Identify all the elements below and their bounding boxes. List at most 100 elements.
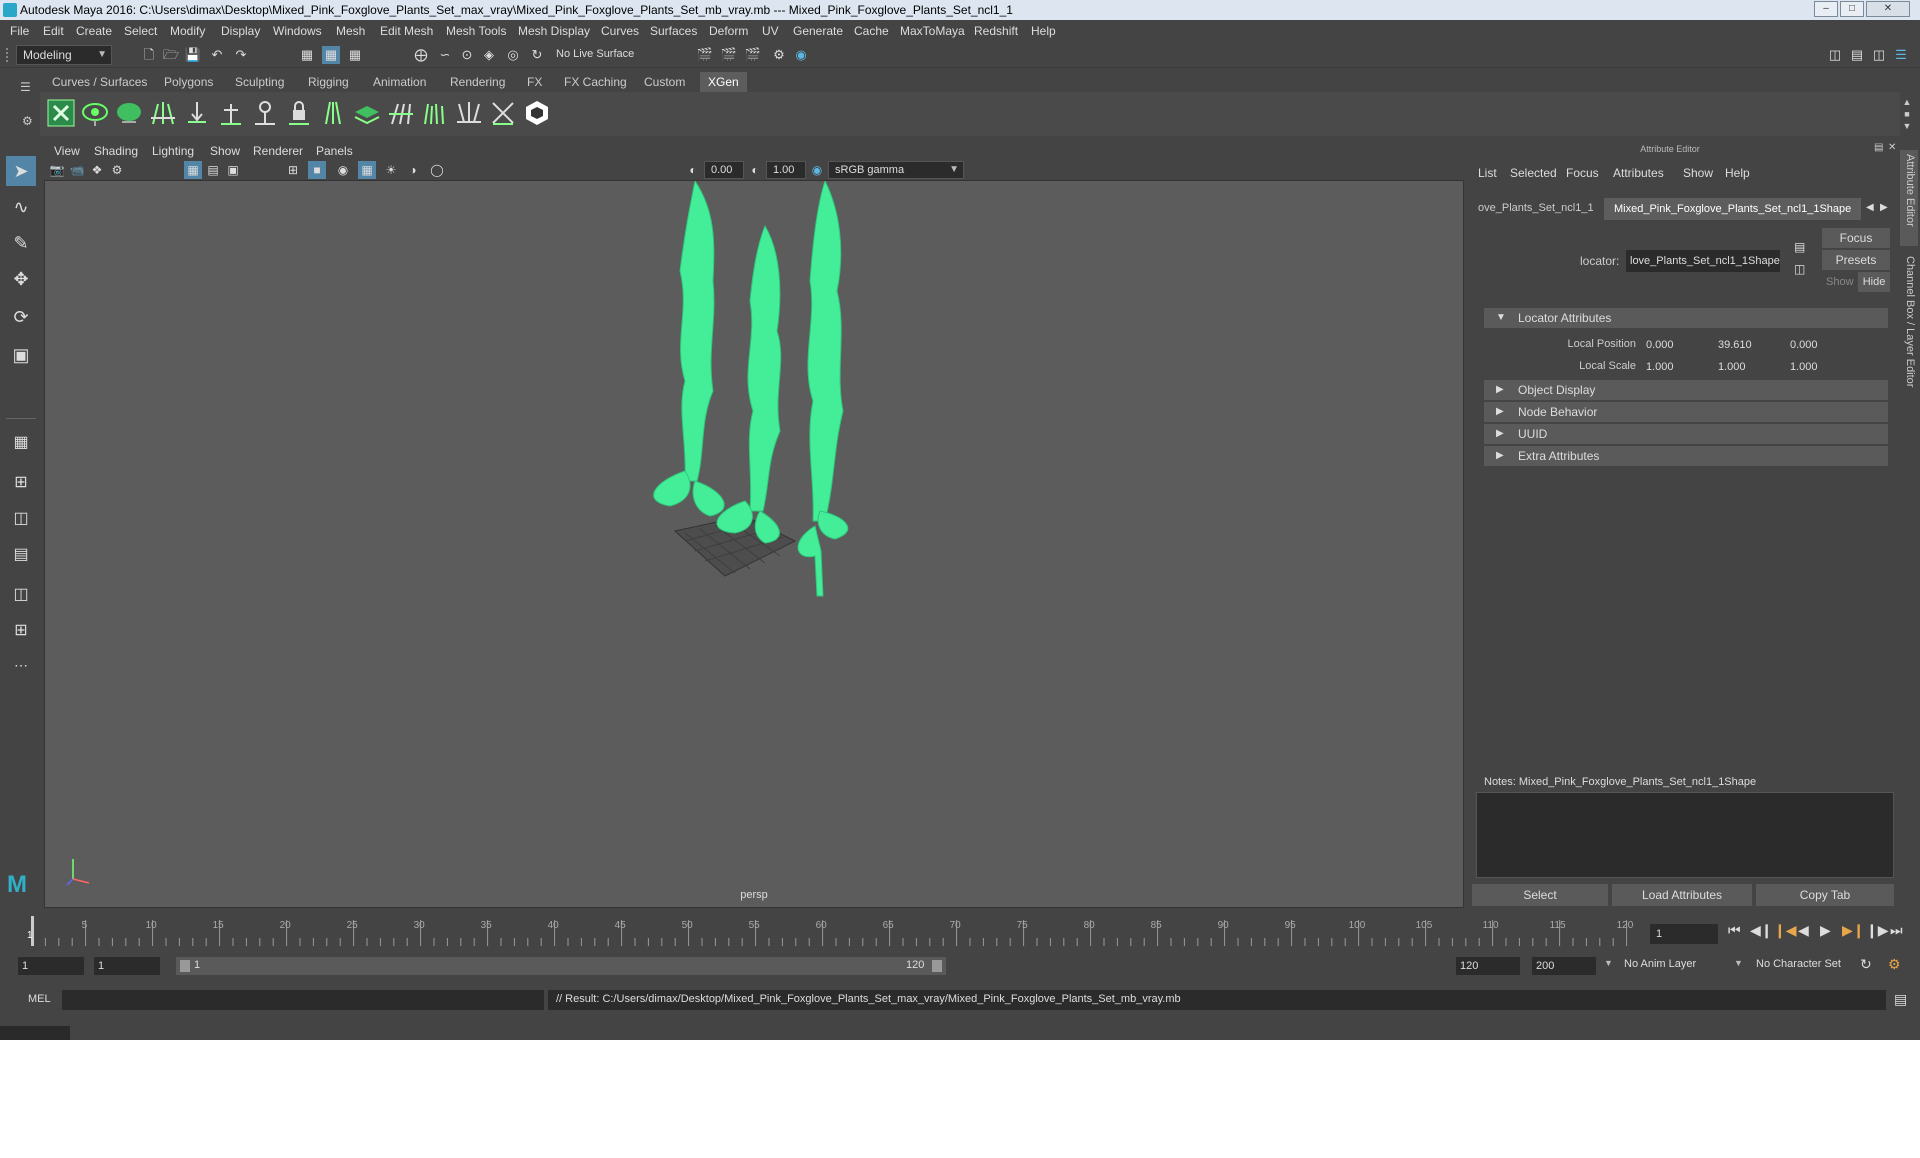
- wireframe-icon[interactable]: ⊞: [284, 161, 302, 179]
- maximize-icon[interactable]: □: [1840, 1, 1864, 17]
- ae-close-icon[interactable]: ✕: [1888, 142, 1896, 153]
- select-tool-icon[interactable]: ➤: [6, 156, 36, 186]
- range-slider[interactable]: 1 120: [176, 957, 946, 975]
- isolate-select-icon[interactable]: ◯: [428, 161, 446, 179]
- tool-settings-toggle-icon[interactable]: ◫: [1870, 46, 1888, 64]
- step-forward-key-icon[interactable]: ▶❙: [1842, 922, 1865, 939]
- xgen-layer-icon[interactable]: [352, 98, 382, 128]
- select-component-icon[interactable]: ▦: [346, 46, 364, 64]
- go-to-end-icon[interactable]: ⏭: [1890, 922, 1903, 939]
- ae-menu-help[interactable]: Help: [1725, 166, 1750, 180]
- range-slider-start-handle[interactable]: [180, 960, 190, 972]
- rotate-tool-icon[interactable]: ⟳: [6, 302, 36, 332]
- hypershade-icon[interactable]: ◉: [792, 46, 810, 64]
- go-to-start-icon[interactable]: ⏮: [1728, 922, 1741, 939]
- viewport-menu-lighting[interactable]: Lighting: [152, 144, 194, 158]
- tab-fx[interactable]: FX: [519, 72, 550, 92]
- xgen-add-guide-icon[interactable]: [216, 98, 246, 128]
- menu-cache[interactable]: Cache: [854, 24, 889, 38]
- local-scale-z[interactable]: 1.000: [1784, 358, 1852, 376]
- side-tab-attribute-editor[interactable]: Attribute Editor: [1904, 154, 1916, 227]
- xgen-guides-to-curves-icon[interactable]: [318, 98, 348, 128]
- minimize-icon[interactable]: –: [1814, 1, 1838, 17]
- xgen-export-icon[interactable]: [522, 98, 552, 128]
- paint-select-tool-icon[interactable]: ✎: [6, 228, 36, 258]
- menu-set-dropdown[interactable]: Modeling ▼: [16, 45, 112, 65]
- section-extra-attributes[interactable]: ▶ Extra Attributes: [1484, 446, 1888, 466]
- menu-curves[interactable]: Curves: [601, 24, 639, 38]
- ae-focus-button[interactable]: Focus: [1822, 228, 1890, 248]
- step-back-icon[interactable]: ◀❙: [1750, 922, 1773, 939]
- render-view-icon[interactable]: 🎬: [696, 46, 714, 64]
- layout-single-icon[interactable]: ▦: [6, 428, 36, 458]
- render-settings-icon[interactable]: ⚙: [770, 46, 788, 64]
- ae-menu-attributes[interactable]: Attributes: [1613, 166, 1664, 180]
- camera-lock-icon[interactable]: 📹: [68, 161, 86, 179]
- layout-graph-icon[interactable]: ◫: [6, 580, 36, 610]
- menu-mesh[interactable]: Mesh: [336, 24, 365, 38]
- menu-deform[interactable]: Deform: [709, 24, 748, 38]
- layout-outliner-icon[interactable]: ▤: [6, 540, 36, 570]
- playback-end-field[interactable]: 120: [1456, 957, 1520, 975]
- snap-curve-icon[interactable]: ∽: [436, 46, 454, 64]
- menu-redshift[interactable]: Redshift: [974, 24, 1018, 38]
- tab-rendering[interactable]: Rendering: [442, 72, 513, 92]
- section-uuid[interactable]: ▶ UUID: [1484, 424, 1888, 444]
- ae-presets-button[interactable]: Presets: [1822, 250, 1890, 270]
- ae-show-button[interactable]: Show: [1826, 276, 1854, 288]
- viewport-menu-shading[interactable]: Shading: [94, 144, 138, 158]
- anim-prefs-icon[interactable]: ⚙: [1888, 956, 1901, 973]
- tab-xgen[interactable]: XGen: [700, 72, 747, 92]
- lighting-icon[interactable]: ☀: [382, 161, 400, 179]
- local-position-z[interactable]: 0.000: [1784, 336, 1852, 354]
- script-editor-icon[interactable]: ▤: [1894, 991, 1907, 1008]
- gamma-icon[interactable]: ◐: [746, 161, 764, 179]
- ae-copy-tab-button[interactable]: Copy Tab: [1756, 884, 1894, 906]
- xgen-lock-guide-icon[interactable]: [284, 98, 314, 128]
- viewport-menu-view[interactable]: View: [54, 144, 80, 158]
- ae-load-attributes-button[interactable]: Load Attributes: [1612, 884, 1752, 906]
- xgen-preview-icon[interactable]: [80, 98, 110, 128]
- ae-menu-show[interactable]: Show: [1683, 166, 1713, 180]
- notes-textarea[interactable]: [1476, 792, 1894, 878]
- ae-float-icon[interactable]: ▤: [1874, 142, 1883, 153]
- menu-mesh-display[interactable]: Mesh Display: [518, 24, 590, 38]
- menu-select[interactable]: Select: [124, 24, 157, 38]
- tab-sculpting[interactable]: Sculpting: [227, 72, 292, 92]
- animation-start-field[interactable]: 1: [18, 957, 84, 975]
- local-scale-x[interactable]: 1.000: [1640, 358, 1708, 376]
- local-position-y[interactable]: 39.610: [1712, 336, 1780, 354]
- animation-end-field[interactable]: 200: [1532, 957, 1596, 975]
- menu-create[interactable]: Create: [76, 24, 112, 38]
- select-object-icon[interactable]: ▦: [322, 46, 340, 64]
- xgen-grass-icon[interactable]: [420, 98, 450, 128]
- ae-menu-focus[interactable]: Focus: [1566, 166, 1599, 180]
- chevron-down-icon[interactable]: ▼: [1734, 958, 1743, 968]
- open-scene-icon[interactable]: 🗁: [162, 46, 180, 64]
- ae-node-tab-transform[interactable]: ove_Plants_Set_ncl1_1: [1478, 202, 1594, 214]
- current-frame-field[interactable]: 1: [1650, 924, 1718, 944]
- move-tool-icon[interactable]: ✥: [6, 264, 36, 294]
- range-slider-end-handle[interactable]: [932, 960, 942, 972]
- shelf-menu-icon[interactable]: ☰: [20, 80, 31, 94]
- menu-edit-mesh[interactable]: Edit Mesh: [380, 24, 433, 38]
- local-scale-y[interactable]: 1.000: [1712, 358, 1780, 376]
- ipr-render-icon[interactable]: 🎬: [744, 46, 762, 64]
- command-input[interactable]: [62, 990, 544, 1010]
- menu-help[interactable]: Help: [1031, 24, 1056, 38]
- undo-icon[interactable]: ↶: [208, 46, 226, 64]
- character-set-dropdown[interactable]: No Character Set: [1756, 958, 1841, 970]
- chevron-down-icon[interactable]: ▼: [1604, 958, 1613, 968]
- snap-point-icon[interactable]: ⊙: [458, 46, 476, 64]
- close-icon[interactable]: ✕: [1866, 1, 1910, 17]
- menu-file[interactable]: File: [10, 24, 29, 38]
- play-backwards-icon[interactable]: ◀: [1798, 922, 1809, 939]
- ae-load-selection-icon[interactable]: ▤: [1794, 240, 1805, 254]
- live-surface-field[interactable]: No Live Surface: [556, 48, 634, 60]
- xgen-editor-icon[interactable]: [46, 98, 76, 128]
- viewport-persp[interactable]: M persp: [7, 180, 1464, 908]
- ae-copy-node-icon[interactable]: ◫: [1794, 262, 1805, 276]
- shadows-icon[interactable]: ◑: [404, 161, 422, 179]
- viewport-menu-renderer[interactable]: Renderer: [253, 144, 303, 158]
- xgen-groom-icon[interactable]: [148, 98, 178, 128]
